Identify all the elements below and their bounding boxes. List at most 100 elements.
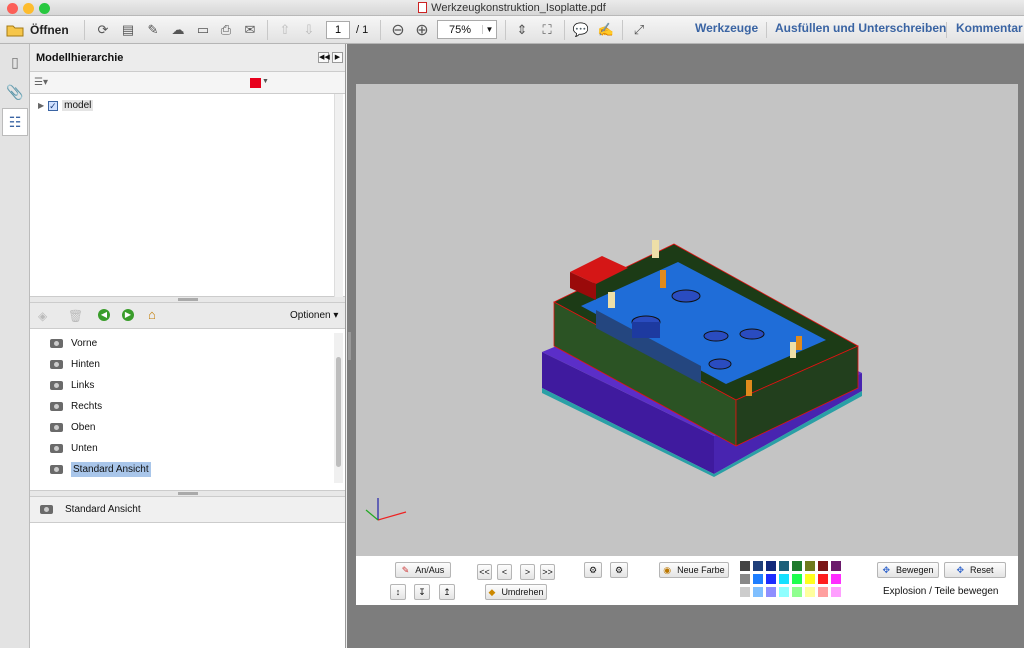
minimize-window-button[interactable] <box>23 3 34 14</box>
3d-model-render[interactable] <box>356 84 1018 554</box>
move-button[interactable]: ✥ Bewegen <box>877 562 939 578</box>
comment-icon[interactable]: 💬 <box>572 21 590 39</box>
attachments-icon[interactable]: 📎 <box>2 78 28 106</box>
color-swatch[interactable] <box>740 587 750 597</box>
cloud-upload-icon[interactable]: ☁ <box>169 21 187 39</box>
open-button[interactable]: Öffnen <box>6 21 69 39</box>
save-icon[interactable]: ▭ <box>194 21 212 39</box>
panel-options-button[interactable]: ▶ <box>332 52 343 63</box>
color-swatch[interactable] <box>818 587 828 597</box>
zoom-out-icon[interactable]: ⊖ <box>389 21 407 39</box>
page-thumbnails-icon[interactable]: ▯ <box>2 48 28 76</box>
flip-button[interactable]: ◆ Umdrehen <box>485 584 547 600</box>
part-color-swatch[interactable] <box>250 78 261 88</box>
color-swatch[interactable] <box>805 574 815 584</box>
color-swatch[interactable] <box>766 561 776 571</box>
3d-canvas[interactable] <box>356 84 1018 605</box>
color-swatch[interactable] <box>766 574 776 584</box>
view-item-hinten[interactable]: Hinten <box>50 356 100 372</box>
sort-az-icon[interactable]: ↕ <box>390 584 406 600</box>
color-swatch[interactable] <box>792 561 802 571</box>
color-swatch[interactable] <box>753 574 763 584</box>
color-swatch[interactable] <box>805 587 815 597</box>
color-swatch[interactable] <box>818 574 828 584</box>
chevron-down-icon[interactable]: ▼ <box>262 78 269 85</box>
color-swatch[interactable] <box>792 574 802 584</box>
on-off-button[interactable]: ✎ An/Aus <box>395 562 451 578</box>
view-item-rechts[interactable]: Rechts <box>50 398 102 414</box>
arrow-left-icon[interactable]: ◀ <box>98 309 110 321</box>
reset-button[interactable]: ✥ Reset <box>944 562 1006 578</box>
viewer-splitter[interactable] <box>348 332 351 360</box>
color-swatch[interactable] <box>740 574 750 584</box>
views-scrollbar[interactable] <box>334 333 343 483</box>
tab-werkzeuge[interactable]: Werkzeuge <box>695 21 758 35</box>
read-mode-icon[interactable]: ⤢ <box>630 21 648 39</box>
isolate-part-icon[interactable]: ⚙ <box>584 562 602 578</box>
color-swatch[interactable] <box>766 587 776 597</box>
view-item-links[interactable]: Links <box>50 377 94 393</box>
move-icon: ✥ <box>882 564 890 575</box>
next-part-button[interactable]: > <box>520 564 535 580</box>
fit-width-icon[interactable]: ⇕ <box>513 21 531 39</box>
triangle-right-icon[interactable]: ▶ <box>38 101 44 110</box>
last-part-label: >> <box>542 567 553 577</box>
camera-add-icon[interactable]: ◈ <box>38 309 47 323</box>
home-icon[interactable]: ⌂ <box>148 307 156 322</box>
color-palette <box>740 561 850 601</box>
color-swatch[interactable] <box>779 574 789 584</box>
print-icon[interactable]: ⎙ <box>217 21 235 39</box>
view-item-standard[interactable]: Standard Ansicht <box>50 461 151 477</box>
color-swatch[interactable] <box>753 561 763 571</box>
view-item-oben[interactable]: Oben <box>50 419 95 435</box>
sort-desc-icon[interactable]: ↥ <box>439 584 455 600</box>
new-color-button[interactable]: ◉ Neue Farbe <box>659 562 729 578</box>
show-all-parts-icon[interactable]: ⚙ <box>610 562 628 578</box>
mail-icon[interactable]: ✉ <box>241 21 259 39</box>
sort-numeric-icon[interactable]: ↧ <box>414 584 430 600</box>
tab-ausfuellen[interactable]: Ausfüllen und Unterschreiben <box>775 21 946 35</box>
color-swatch[interactable] <box>740 561 750 571</box>
collapse-panel-button[interactable]: ◀◀ <box>318 52 330 63</box>
page-up-icon[interactable]: ⇧ <box>276 21 294 39</box>
color-swatch[interactable] <box>831 587 841 597</box>
color-swatch[interactable] <box>818 561 828 571</box>
color-swatch[interactable] <box>831 574 841 584</box>
splitter-handle[interactable] <box>30 491 345 497</box>
page-number-input[interactable] <box>326 21 350 39</box>
color-swatch[interactable] <box>779 561 789 571</box>
last-part-button[interactable]: >> <box>540 564 555 580</box>
folder-icon <box>6 25 24 37</box>
color-swatch[interactable] <box>805 561 815 571</box>
highlight-icon[interactable]: ✍ <box>597 21 615 39</box>
color-swatch[interactable] <box>792 587 802 597</box>
prev-part-button[interactable]: < <box>497 564 512 580</box>
trash-icon[interactable]: 🗑 <box>68 309 83 323</box>
view-item-unten[interactable]: Unten <box>50 440 98 456</box>
color-swatch[interactable] <box>779 587 789 597</box>
visibility-checkbox[interactable]: ✓ <box>48 100 59 111</box>
tab-kommentar[interactable]: Kommentar <box>956 21 1023 35</box>
first-part-button[interactable]: << <box>477 564 492 580</box>
view-item-vorne[interactable]: Vorne <box>50 335 97 351</box>
close-window-button[interactable] <box>7 3 18 14</box>
arrow-right-icon[interactable]: ▶ <box>122 309 134 321</box>
tree-scrollbar[interactable] <box>334 94 343 297</box>
fit-page-icon[interactable]: ⛶ <box>538 21 556 39</box>
views-toolbar: ◈ 🗑 ◀ ▶ ⌂ Optionen ▾ <box>30 303 345 329</box>
views-options-menu[interactable]: Optionen ▾ <box>290 310 338 321</box>
color-swatch[interactable] <box>831 561 841 571</box>
tree-row-model[interactable]: ▶ ✓ model <box>38 100 94 111</box>
export-pdf-icon[interactable]: ▤ <box>119 21 137 39</box>
edit-pdf-icon[interactable]: ✎ <box>144 21 162 39</box>
color-swatch[interactable] <box>753 587 763 597</box>
page-down-icon[interactable]: ⇩ <box>300 21 318 39</box>
model-tree-icon[interactable]: ☷ <box>2 108 28 136</box>
create-pdf-icon[interactable]: ⟳ <box>94 21 112 39</box>
zoom-window-button[interactable] <box>39 3 50 14</box>
zoom-in-icon[interactable]: ⊕ <box>413 21 431 39</box>
tree-view-options-icon[interactable]: ☰▾ <box>34 77 48 88</box>
tree-area: ▶ ✓ model <box>30 94 345 297</box>
zoom-select[interactable]: 75% ▼ <box>437 20 497 39</box>
3d-controls-bar: ✎ An/Aus ↕ ↧ ↥ << < > >> ◆ Umdrehen ⚙ ⚙ ◉ N… <box>356 556 1018 605</box>
